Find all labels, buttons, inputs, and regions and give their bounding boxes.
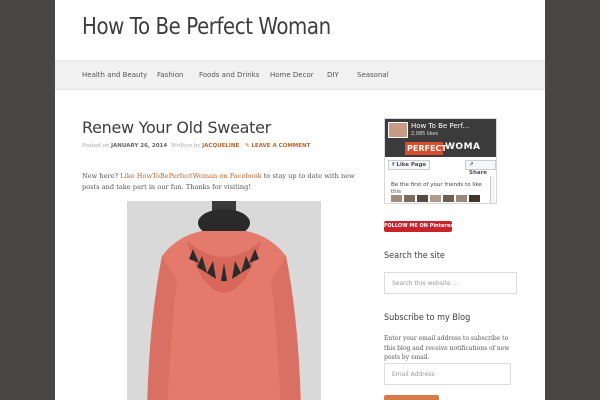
subscribe-button[interactable] [384,395,439,400]
facebook-like-button[interactable]: f Like Page [388,160,431,170]
friend-avatar[interactable] [443,195,454,202]
nav-item-fashion[interactable]: Fashion [157,71,183,79]
facebook-widget: How To Be Perf... 2,085 likes PERFECT WO… [384,118,497,204]
facebook-page-avatar [388,122,408,138]
facebook-header[interactable]: How To Be Perf... 2,085 likes PERFECT WO… [385,119,496,157]
leave-comment-link[interactable]: LEAVE A COMMENT [251,143,310,149]
search-heading: Search the site [384,251,445,261]
comment-icon: ✎ [245,143,250,149]
like-button-label: Like Page [396,162,427,168]
facebook-icon: f [392,162,395,168]
site-title[interactable]: How To Be Perfect Woman [82,14,331,40]
friend-avatar[interactable] [469,195,480,202]
facebook-logo-word: WOMA [445,142,481,152]
nav-item-diy[interactable]: DIY [327,71,339,79]
friend-avatar[interactable] [430,195,441,202]
post-byline: Posted on JANUARY 26, 2014 Written by JA… [82,143,310,149]
author-link[interactable]: JACQUELINE [202,143,239,149]
facebook-share-button[interactable]: ↗ Share [465,160,496,176]
posted-on-label: Posted on [82,143,110,149]
intro-text-before: New here? [82,172,121,180]
written-by-label: Written by [170,143,201,149]
facebook-page-name: How To Be Perf... [411,122,470,130]
post-intro: New here? Like HowToBePerfectWoman on Fa… [82,171,367,193]
friend-avatar[interactable] [404,195,415,202]
post-title[interactable]: Renew Your Old Sweater [82,118,271,137]
sweater-photo [127,201,321,400]
facebook-likes-count: 2,085 likes [411,131,439,137]
friend-avatar[interactable] [456,195,467,202]
subscribe-description: Enter your email address to subscribe to… [384,335,510,361]
facebook-friend-faces [391,195,486,203]
sweater-image [127,201,321,400]
search-input[interactable]: Search this website ... [384,272,517,294]
nav-item-home-decor[interactable]: Home Decor [270,71,314,79]
page-wrapper: How To Be Perfect Woman Health and Beaut… [55,0,545,400]
facebook-logo-text: PERFECT [405,142,447,155]
facebook-like-link[interactable]: Like HowToBePerfectWoman on Facebook [120,172,261,180]
share-icon: ↗ [469,162,474,168]
facebook-friends-text: Be the first of your friends to like thi… [391,182,482,195]
friend-avatar[interactable] [417,195,428,202]
email-input[interactable]: Email Address [384,363,511,385]
nav-item-health-and-beauty[interactable]: Health and Beauty [82,71,147,79]
pinterest-follow-button[interactable]: FOLLOW ME ON Pinterest [384,221,456,232]
facebook-scrollbar[interactable] [490,176,495,203]
nav-item-foods-and-drinks[interactable]: Foods and Drinks [199,71,259,79]
post-content: Renew Your Old Sweater Posted on JANUARY… [82,118,367,400]
sidebar: How To Be Perf... 2,085 likes PERFECT WO… [384,0,524,400]
share-button-label: Share [469,170,488,176]
friend-avatar[interactable] [391,195,402,202]
post-date: JANUARY 26, 2014 [110,143,168,149]
subscribe-heading: Subscribe to my Blog [384,313,471,323]
